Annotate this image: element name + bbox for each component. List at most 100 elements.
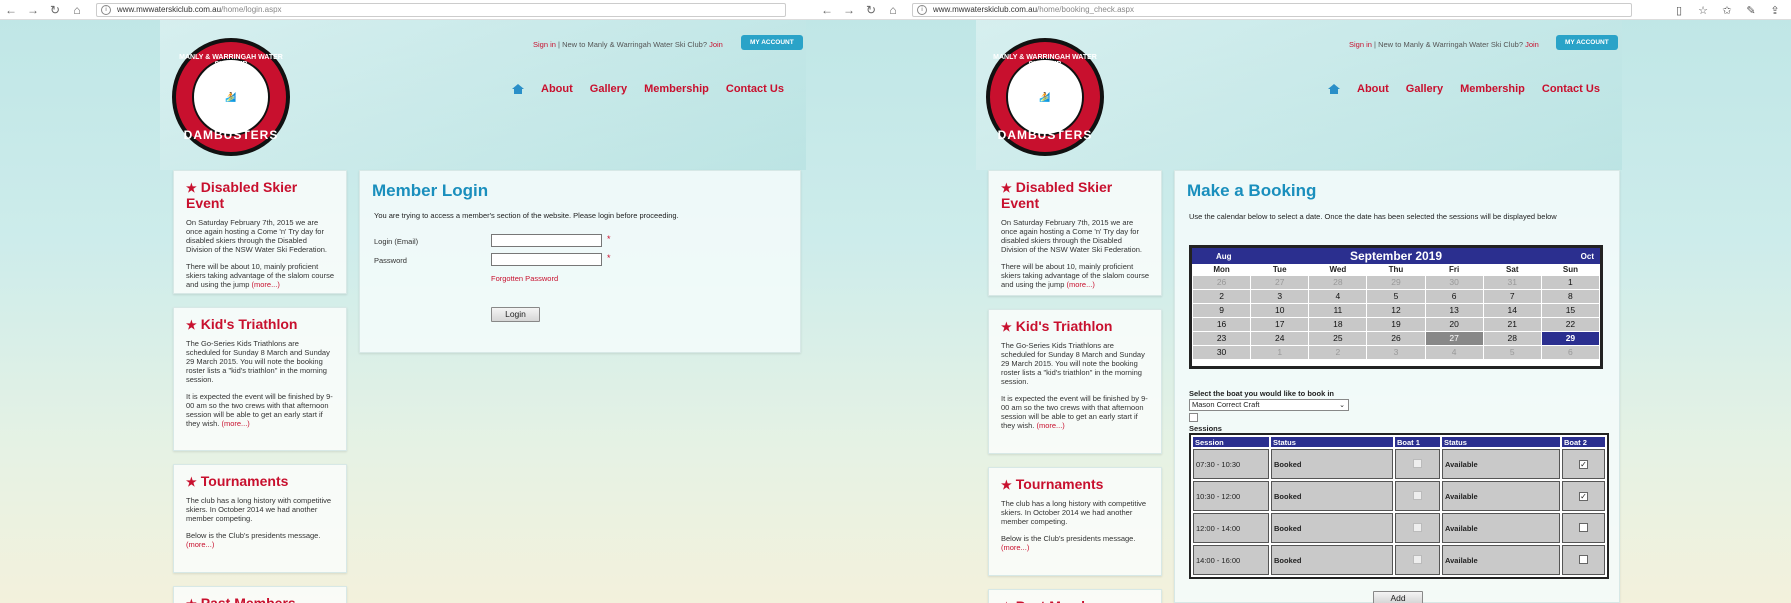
calendar-day[interactable]: 29: [1366, 274, 1426, 290]
menu-membership[interactable]: Membership: [1460, 83, 1525, 95]
next-month-link[interactable]: Oct: [1581, 252, 1594, 261]
calendar-day[interactable]: 2: [1308, 344, 1368, 360]
calendar-day[interactable]: 27: [1424, 330, 1484, 346]
calendar-day[interactable]: 30: [1424, 274, 1484, 290]
menu-contact[interactable]: Contact Us: [726, 83, 784, 95]
home-icon[interactable]: ⌂: [882, 0, 904, 20]
sign-in-link[interactable]: Sign in: [1349, 40, 1372, 49]
calendar-day[interactable]: 2: [1191, 288, 1252, 304]
more-link[interactable]: (more...): [251, 280, 279, 289]
calendar-day[interactable]: 23: [1191, 330, 1252, 346]
email-field[interactable]: [491, 234, 602, 247]
boat1-checkbox[interactable]: [1413, 458, 1422, 468]
calendar-day[interactable]: 7: [1482, 288, 1542, 304]
calendar-day[interactable]: 4: [1308, 288, 1368, 304]
address-bar[interactable]: i www.mwwaterskiclub.com.au/home/booking…: [912, 2, 1632, 17]
more-link[interactable]: (more...): [221, 419, 249, 428]
boat2-checkbox[interactable]: [1579, 554, 1588, 564]
calendar-day[interactable]: 5: [1366, 288, 1426, 304]
menu-gallery[interactable]: Gallery: [1406, 83, 1443, 95]
calendar-day[interactable]: 16: [1191, 316, 1252, 332]
calendar-day[interactable]: 12: [1366, 302, 1426, 318]
join-link[interactable]: Join: [709, 40, 723, 49]
more-link[interactable]: (more...): [1001, 543, 1029, 552]
calendar-day[interactable]: 6: [1540, 344, 1601, 360]
calendar-day[interactable]: 25: [1308, 330, 1368, 346]
boat2-checkbox[interactable]: [1579, 522, 1588, 532]
calendar-day[interactable]: 30: [1191, 344, 1252, 360]
forward-icon[interactable]: →: [22, 0, 44, 20]
favorite-star-icon[interactable]: ☆: [1691, 4, 1715, 17]
menu-about[interactable]: About: [1357, 83, 1389, 95]
calendar-day[interactable]: 21: [1482, 316, 1542, 332]
calendar-day[interactable]: 18: [1308, 316, 1368, 332]
info-icon[interactable]: i: [101, 4, 111, 15]
calendar-day[interactable]: 26: [1366, 330, 1426, 346]
calendar-day[interactable]: 1: [1250, 344, 1310, 360]
menu-contact[interactable]: Contact Us: [1542, 83, 1600, 95]
calendar-day[interactable]: 28: [1482, 330, 1542, 346]
calendar-day[interactable]: 9: [1191, 302, 1252, 318]
calendar-day[interactable]: 11: [1308, 302, 1368, 318]
home-nav-icon[interactable]: [1328, 84, 1340, 94]
menu-membership[interactable]: Membership: [644, 83, 709, 95]
boat1-checkbox[interactable]: [1413, 490, 1422, 500]
club-logo[interactable]: MANLY & WARRINGAH WATER SKI CLUB 🏄 DAMBU…: [986, 38, 1104, 156]
address-bar[interactable]: i www.mwwaterskiclub.com.au/home/login.a…: [96, 2, 786, 17]
calendar-day[interactable]: 5: [1482, 344, 1542, 360]
favorites-icon[interactable]: ✩: [1715, 4, 1739, 17]
calendar-day[interactable]: 4: [1424, 344, 1484, 360]
calendar-day[interactable]: 19: [1366, 316, 1426, 332]
boat2-checkbox[interactable]: ✓: [1579, 491, 1588, 501]
add-button[interactable]: Add: [1373, 591, 1423, 603]
refresh-icon[interactable]: ↻: [860, 0, 882, 20]
share-icon[interactable]: ⇪: [1763, 4, 1787, 17]
login-button[interactable]: Login: [491, 307, 540, 322]
back-icon[interactable]: ←: [0, 0, 22, 20]
calendar-day[interactable]: 26: [1191, 274, 1252, 290]
boat1-checkbox[interactable]: [1413, 522, 1422, 532]
join-link[interactable]: Join: [1525, 40, 1539, 49]
more-link[interactable]: (more...): [186, 540, 214, 549]
calendar-day[interactable]: 15: [1540, 302, 1601, 318]
home-icon[interactable]: ⌂: [66, 0, 88, 20]
boat1-checkbox[interactable]: [1413, 554, 1422, 564]
calendar-day[interactable]: 20: [1424, 316, 1484, 332]
calendar-day[interactable]: 27: [1250, 274, 1310, 290]
calendar-day[interactable]: 31: [1482, 274, 1542, 290]
calendar-day[interactable]: 10: [1250, 302, 1310, 318]
reading-view-icon[interactable]: ▯: [1667, 4, 1691, 17]
more-link[interactable]: (more...): [1066, 280, 1094, 289]
info-icon[interactable]: i: [917, 4, 927, 15]
pen-icon[interactable]: ✎: [1739, 4, 1763, 17]
forgotten-password-link[interactable]: Forgotten Password: [491, 274, 558, 283]
small-checkbox[interactable]: [1189, 413, 1198, 422]
calendar-day[interactable]: 6: [1424, 288, 1484, 304]
boat2-checkbox[interactable]: ✓: [1579, 459, 1588, 469]
calendar-day[interactable]: 29: [1540, 330, 1601, 346]
boat-select[interactable]: Mason Correct Craft ⌄: [1189, 399, 1349, 411]
home-nav-icon[interactable]: [512, 84, 524, 94]
my-account-button[interactable]: MY ACCOUNT: [1556, 35, 1618, 50]
calendar-day[interactable]: 1: [1540, 274, 1601, 290]
calendar-day[interactable]: 28: [1308, 274, 1368, 290]
password-field[interactable]: [491, 253, 602, 266]
calendar-day[interactable]: 17: [1250, 316, 1310, 332]
menu-gallery[interactable]: Gallery: [590, 83, 627, 95]
calendar-day[interactable]: 3: [1366, 344, 1426, 360]
prev-month-link[interactable]: Aug: [1216, 252, 1232, 261]
calendar-day[interactable]: 3: [1250, 288, 1310, 304]
sign-in-link[interactable]: Sign in: [533, 40, 556, 49]
calendar-day[interactable]: 8: [1540, 288, 1601, 304]
back-icon[interactable]: ←: [816, 0, 838, 20]
calendar-day[interactable]: 13: [1424, 302, 1484, 318]
menu-about[interactable]: About: [541, 83, 573, 95]
calendar-day[interactable]: 24: [1250, 330, 1310, 346]
my-account-button[interactable]: MY ACCOUNT: [741, 35, 803, 50]
calendar-day[interactable]: 22: [1540, 316, 1601, 332]
calendar-day[interactable]: 14: [1482, 302, 1542, 318]
more-link[interactable]: (more...): [1036, 421, 1064, 430]
refresh-icon[interactable]: ↻: [44, 0, 66, 20]
forward-icon[interactable]: →: [838, 0, 860, 20]
club-logo[interactable]: MANLY & WARRINGAH WATER SKI CLUB 🏄 DAMBU…: [172, 38, 290, 156]
